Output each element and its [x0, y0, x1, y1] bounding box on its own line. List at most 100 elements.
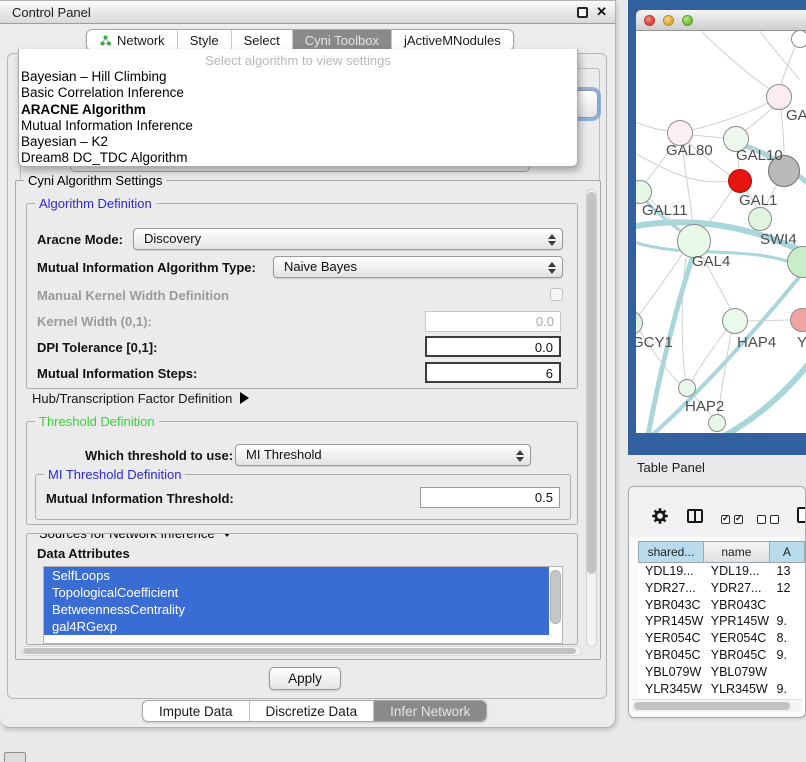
table-cell: YER054C [638, 630, 704, 647]
table-cell: YBL079W [638, 664, 704, 681]
manual-kernel-checkbox[interactable] [550, 288, 563, 301]
close-icon[interactable]: ✕ [596, 4, 607, 20]
sources-group: Sources for Network Inference Data Attri… [26, 533, 578, 645]
network-icon [99, 34, 112, 47]
tab-cyni-toolbox[interactable]: Cyni Toolbox [292, 30, 391, 50]
tab-jactivemnodules[interactable]: jActiveMNodules [391, 30, 513, 50]
table-row[interactable]: YPR145WYPR145W9. [638, 613, 805, 630]
sources-group-title: Sources for Network Inference [35, 533, 237, 541]
page-icon[interactable] [797, 507, 806, 523]
scrollbar-thumb[interactable] [587, 192, 596, 574]
gear-icon[interactable] [651, 507, 669, 525]
data-attributes-label: Data Attributes [37, 546, 130, 561]
table-row[interactable]: YBR045CYBR045C9. [638, 647, 805, 664]
node-label: HAP2 [685, 398, 724, 415]
column-header[interactable]: A [770, 541, 805, 563]
table-row[interactable]: YLR345WYLR345W9. [638, 681, 805, 698]
network-node[interactable] [728, 169, 752, 193]
scrollbar-thumb[interactable] [23, 648, 576, 654]
algorithm-option[interactable]: Mutual Information Inference [19, 118, 577, 134]
algorithm-definition-group: Algorithm Definition Aracne Mode: Discov… [26, 203, 578, 389]
table-cell: YBR045C [704, 647, 770, 664]
mi-threshold-input[interactable]: 0.5 [420, 487, 560, 508]
table-horizontal-scrollbar[interactable] [632, 699, 802, 712]
list-scrollbar[interactable] [550, 570, 561, 624]
close-traffic-light-icon[interactable] [644, 15, 655, 26]
settings-horizontal-scrollbar[interactable] [21, 646, 582, 656]
algorithm-option[interactable]: Basic Correlation Inference [19, 85, 577, 101]
which-threshold-combo[interactable]: MI Threshold [235, 444, 531, 466]
network-window: GALGAL80GAL10GAL1GAL11SWI4GAL4GCY1HAP4YH… [636, 10, 806, 433]
node-label: GAL [786, 107, 806, 124]
table-cell [770, 597, 806, 614]
node-table: shared...nameA YDL19...YDL19...13YDR27..… [638, 541, 805, 714]
unchecked-pair-icon[interactable] [757, 511, 783, 529]
table-cell: 8. [770, 630, 806, 647]
bottom-tab-infer-network[interactable]: Infer Network [373, 701, 486, 721]
attribute-list-item[interactable]: BetweennessCentrality [44, 601, 549, 618]
apply-button[interactable]: Apply [269, 667, 341, 690]
node-label: Y [797, 334, 806, 351]
which-threshold-value: MI Threshold [246, 447, 322, 462]
which-threshold-label: Which threshold to use: [85, 448, 233, 463]
table-cell: YBR043C [704, 597, 770, 614]
network-node[interactable] [722, 308, 748, 334]
column-header[interactable]: shared... [638, 541, 704, 563]
mi-type-label: Mutual Information Algorithm Type: [37, 260, 256, 275]
table-row[interactable]: YBL079WYBL079W [638, 664, 805, 681]
network-node[interactable] [708, 414, 726, 432]
table-row[interactable]: YDL19...YDL19...13 [638, 563, 805, 580]
algorithm-placeholder: Select algorithm to view settings [19, 52, 577, 69]
table-cell: YBR043C [638, 597, 704, 614]
mi-steps-input[interactable]: 6 [425, 362, 561, 383]
tab-style[interactable]: Style [177, 30, 231, 50]
split-columns-icon[interactable] [687, 509, 703, 523]
column-header[interactable]: name [704, 541, 770, 563]
network-canvas[interactable]: GALGAL80GAL10GAL1GAL11SWI4GAL4GCY1HAP4YH… [636, 31, 806, 433]
algorithm-option[interactable]: Dream8 DC_TDC Algorithm [19, 150, 577, 166]
bottom-tab-discretize-data[interactable]: Discretize Data [249, 701, 374, 721]
table-cell: 9. [770, 647, 806, 664]
aracne-mode-combo[interactable]: Discovery [133, 228, 563, 250]
checked-pair-icon[interactable] [721, 511, 747, 529]
tab-label: jActiveMNodules [404, 33, 501, 48]
attribute-list-item[interactable]: SelfLoops [44, 567, 549, 584]
dpi-tolerance-input[interactable]: 0.0 [425, 336, 561, 357]
algorithm-option[interactable]: ARACNE Algorithm [19, 102, 577, 118]
algorithm-option[interactable]: Bayesian – Hill Climbing [19, 69, 577, 85]
aracne-mode-value: Discovery [144, 231, 201, 246]
mi-threshold-group-title: MI Threshold Definition [44, 467, 185, 482]
algorithm-option[interactable]: Bayesian – K2 [19, 134, 577, 150]
minimize-traffic-light-icon[interactable] [663, 15, 674, 26]
table-cell: YDR27... [704, 580, 770, 597]
attribute-list-item[interactable]: TopologicalCoefficient [44, 584, 549, 601]
float-window-icon[interactable] [577, 7, 588, 18]
data-attributes-list[interactable]: SelfLoopsTopologicalCoefficientBetweenne… [43, 566, 563, 644]
table-row[interactable]: YBR043CYBR043C [638, 597, 805, 614]
table-cell: 9. [770, 681, 806, 698]
attribute-list-item[interactable]: gal4RGexp [44, 618, 549, 635]
node-label: GAL11 [642, 202, 688, 219]
network-node[interactable] [748, 207, 772, 231]
tab-select[interactable]: Select [231, 30, 292, 50]
tab-label: Discretize Data [266, 704, 358, 719]
network-view-frame: GALGAL80GAL10GAL1GAL11SWI4GAL4GCY1HAP4YH… [628, 0, 806, 455]
zoom-traffic-light-icon[interactable] [682, 15, 693, 26]
table-cell: YPR145W [638, 613, 704, 630]
docked-panel-icon[interactable] [4, 752, 26, 762]
node-label: GAL80 [666, 142, 713, 159]
table-row[interactable]: YDR27...YDR27...12 [638, 580, 805, 597]
table-row[interactable]: YER054CYER054C8. [638, 630, 805, 647]
bottom-tab-impute-data[interactable]: Impute Data [143, 701, 249, 721]
settings-vertical-scrollbar[interactable] [586, 189, 597, 647]
mi-type-combo[interactable]: Naive Bayes [273, 256, 563, 278]
node-label: GAL4 [692, 253, 730, 270]
tab-network[interactable]: Network [87, 30, 177, 50]
table-header-row: shared...nameA [638, 541, 805, 563]
network-node[interactable] [791, 31, 806, 48]
hub-definition-toggle[interactable]: Hub/Transcription Factor Definition [32, 391, 249, 406]
scrollbar-thumb[interactable] [634, 702, 790, 710]
network-node[interactable] [678, 379, 696, 397]
control-panel-titlebar: Control Panel ✕ [0, 1, 615, 24]
kernel-width-input[interactable]: 0.0 [425, 311, 561, 332]
